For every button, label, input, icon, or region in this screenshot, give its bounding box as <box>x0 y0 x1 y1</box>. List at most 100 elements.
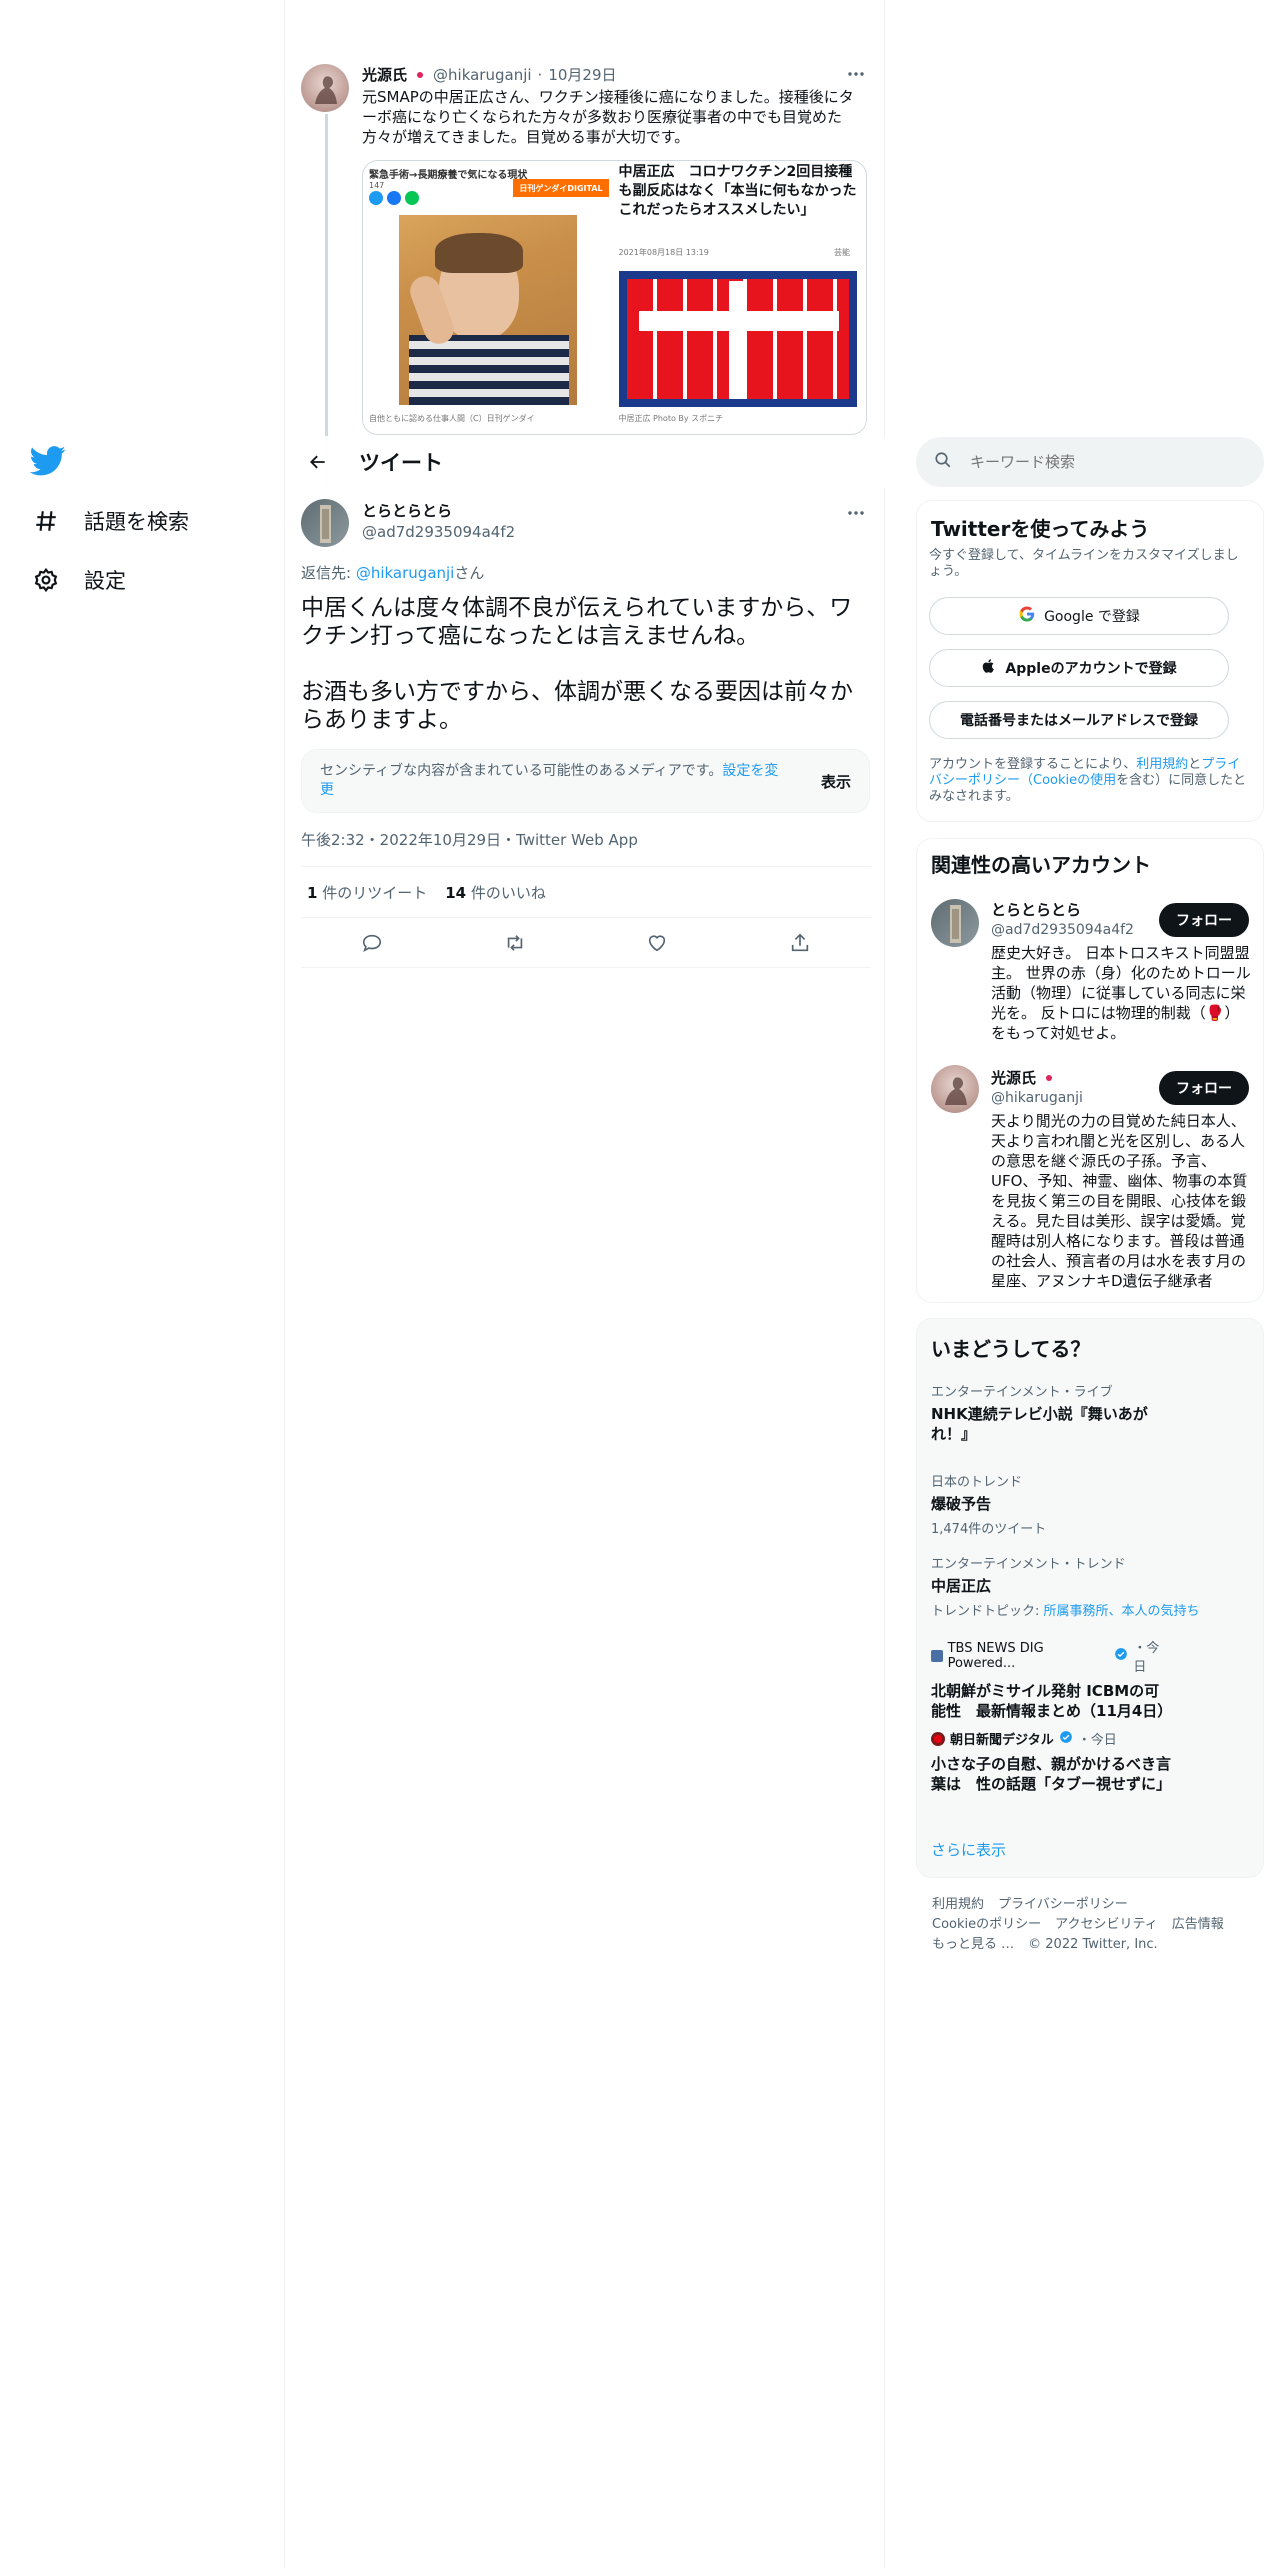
parent-tweet-media[interactable]: 緊急手術→長期療養で気になる現状 147 日刊ゲンダイDIGITAL 自他ともに… <box>362 160 867 435</box>
media-right-date: 2021年08月18日 13:19 <box>618 248 709 257</box>
trend-source-4: TBS NEWS DIG Powered... <box>947 1641 1044 1671</box>
search-input[interactable] <box>970 453 1230 471</box>
twitter-share-icon <box>369 191 383 205</box>
separator-dot: · <box>537 65 543 84</box>
footer-cookie[interactable]: Cookieのポリシー <box>932 1917 1041 1932</box>
main-tweet-paragraph-1: 中居くんは度々体調不良が伝えられていますから、ワクチン打って癌になったとは言えま… <box>301 595 853 649</box>
trend-title-3: 中居正広 <box>931 1577 992 1595</box>
parent-tweet-text: 元SMAPの中居正広さん、ワクチン接種後に癌になりました。接種後にターボ癌になり… <box>362 88 854 146</box>
media-left-caption: 自他ともに認める仕事人間（C）日刊ゲンダイ <box>369 414 535 423</box>
footer-ads[interactable]: 広告情報 <box>1172 1917 1224 1932</box>
show-media-button[interactable]: 表示 <box>821 771 851 792</box>
nav-settings[interactable]: 設定 <box>30 562 126 598</box>
trend-item-1[interactable]: エンターテインメント・ライブ NHK連続テレビ小説『舞いあがれ！』 <box>931 1381 1161 1444</box>
more-options-icon[interactable] <box>846 64 866 88</box>
footer-copyright: © 2022 Twitter, Inc. <box>1028 1937 1158 1952</box>
retweet-count[interactable]: 1 件のリツイート <box>307 882 427 903</box>
photo-man-thinking <box>399 215 577 405</box>
trends-panel: いまどうしてる？ エンターテインメント・ライブ NHK連続テレビ小説『舞いあがれ… <box>916 1318 1264 1878</box>
media-left-counts: 147 <box>369 181 385 190</box>
trend-meta-1: エンターテインメント・ライブ <box>931 1385 1113 1400</box>
related-avatar-1[interactable] <box>931 899 979 947</box>
trend-sub-2: 1,474件のツイート <box>931 1522 1047 1537</box>
related-handle-2[interactable]: @hikaruganji <box>991 1090 1083 1106</box>
footer-terms[interactable]: 利用規約 <box>932 1897 984 1912</box>
related-accounts-panel: 関連性の高いアカウント とらとらとら @ad7d2935094a4f2 フォロー… <box>916 838 1264 1303</box>
trend-source-5: 朝日新聞デジタル <box>950 1733 1054 1748</box>
parent-tweet-handle[interactable]: @hikaruganji <box>433 66 532 84</box>
parent-tweet-header: 光源氏 @hikaruganji · 10月29日 <box>362 64 617 85</box>
sensitive-media-warning: センシティブな内容が含まれている可能性のあるメディアです。設定を変更 表示 <box>301 749 870 813</box>
apple-icon <box>981 657 997 679</box>
share-icons <box>369 191 419 205</box>
follow-button-2[interactable]: フォロー <box>1159 1071 1249 1105</box>
tbs-logo-icon <box>931 1650 943 1662</box>
related-bio-1: 歴史大好き。 日本トロスキスト同盟盟主。 世界の赤（身）化のためトロール活動（物… <box>991 944 1251 1042</box>
gendai-logo: 日刊ゲンダイDIGITAL <box>513 179 609 197</box>
japan-flag-icon <box>1042 1072 1057 1083</box>
line-share-icon <box>405 191 419 205</box>
tweet-stats: 1 件のリツイート 14 件のいいね <box>301 866 871 918</box>
phone-email-signup-button[interactable]: 電話番号またはメールアドレスで登録 <box>929 701 1229 739</box>
tweet-header: ツイート <box>285 436 885 488</box>
related-name-1[interactable]: とらとらとら <box>991 899 1134 920</box>
nav-explore[interactable]: 話題を検索 <box>30 503 189 539</box>
related-account-1[interactable]: とらとらとら @ad7d2935094a4f2 <box>991 899 1134 938</box>
parent-tweet-name[interactable]: 光源氏 <box>362 64 407 85</box>
like-heart-icon[interactable] <box>639 925 675 961</box>
retweet-icon[interactable] <box>497 925 533 961</box>
related-bio-2: 天より閒光の力の目覚めた純日本人、天より言われ闇と光を区別し、ある人の意思を継ぐ… <box>991 1112 1248 1290</box>
cookie-link[interactable]: Cookieの使用 <box>1033 773 1116 788</box>
trend-item-5[interactable]: 朝日新聞デジタル ・今日 小さな子の自慰、親がかけるべき言葉は 性の話題「タブー… <box>931 1729 1171 1794</box>
share-icon[interactable] <box>782 925 818 961</box>
parent-tweet-date[interactable]: 10月29日 <box>548 64 616 85</box>
trend-sub-links-3[interactable]: 所属事務所、本人の気持ち <box>1044 1604 1200 1619</box>
main-tweet-name[interactable]: とらとらとら <box>362 500 515 521</box>
footer-accessibility[interactable]: アクセシビリティ <box>1055 1917 1158 1932</box>
back-arrow-icon[interactable] <box>301 445 335 479</box>
related-name-2[interactable]: 光源氏 <box>991 1067 1036 1088</box>
sensitive-text: センシティブな内容が含まれている可能性のあるメディアです。 <box>320 763 723 779</box>
reply-handle-link[interactable]: @hikaruganji <box>356 564 455 582</box>
trend-meta-3: エンターテインメント・トレンド <box>931 1557 1126 1572</box>
related-handle-1[interactable]: @ad7d2935094a4f2 <box>991 922 1134 938</box>
thread-line <box>325 114 328 486</box>
apple-signup-label: Appleのアカウントで登録 <box>1005 661 1177 677</box>
parent-tweet-avatar[interactable] <box>301 64 349 112</box>
footer-more[interactable]: もっと見る … <box>932 1937 1014 1952</box>
search-box[interactable] <box>916 437 1264 487</box>
main-tweet-avatar[interactable] <box>301 499 349 547</box>
main-tweet-handle[interactable]: @ad7d2935094a4f2 <box>362 523 515 541</box>
main-more-options-icon[interactable] <box>846 503 866 527</box>
trend-item-2[interactable]: 日本のトレンド 爆破予告 1,474件のツイート <box>931 1471 1231 1537</box>
search-icon <box>934 451 952 473</box>
retweet-label: 件のリツイート <box>322 883 428 902</box>
reply-icon[interactable] <box>354 925 390 961</box>
main-tweet-author[interactable]: とらとらとら @ad7d2935094a4f2 <box>362 500 515 541</box>
trend-item-3[interactable]: エンターテインメント・トレンド 中居正広 トレンドトピック: 所属事務所、本人の… <box>931 1553 1251 1619</box>
like-count[interactable]: 14 件のいいね <box>445 882 546 903</box>
twitter-bird-icon[interactable] <box>29 446 66 482</box>
related-avatar-2[interactable] <box>931 1065 979 1113</box>
media-right-caption: 中居正広 Photo By スポニチ <box>618 414 724 423</box>
retweet-number: 1 <box>307 883 318 902</box>
verified-badge-icon <box>1114 1647 1128 1665</box>
trend-item-4[interactable]: TBS NEWS DIG Powered... ・今日 北朝鮮がミサイル発射 I… <box>931 1637 1172 1721</box>
follow-button-1[interactable]: フォロー <box>1159 903 1249 937</box>
terms-link[interactable]: 利用規約 <box>1136 757 1188 772</box>
related-account-2[interactable]: 光源氏 @hikaruganji <box>991 1067 1083 1106</box>
reply-to-line: 返信先: @hikaruganjiさん <box>301 562 484 583</box>
apple-signup-button[interactable]: Appleのアカウントで登録 <box>929 649 1229 687</box>
sponichi-front-page <box>618 271 857 407</box>
footer-privacy[interactable]: プライバシーポリシー <box>998 1897 1128 1912</box>
tweet-timestamp[interactable]: 午後2:32・2022年10月29日・Twitter Web App <box>301 829 638 850</box>
signup-title: Twitterを使ってみよう <box>931 517 1150 541</box>
google-signup-button[interactable]: Google で登録 <box>929 597 1229 635</box>
media-right-tag: 芸能 <box>834 248 850 257</box>
trend-sub-prefix-3: トレンドトピック: <box>931 1604 1044 1619</box>
media-image-right[interactable]: 中居正広 コロナワクチン2回目接種も副反応はなく「本当に何もなかった これだった… <box>616 161 866 434</box>
media-image-left[interactable]: 緊急手術→長期療養で気になる現状 147 日刊ゲンダイDIGITAL 自他ともに… <box>363 161 613 434</box>
trend-title-2: 爆破予告 <box>931 1495 992 1513</box>
reply-suffix: さん <box>454 564 485 582</box>
show-more-link[interactable]: さらに表示 <box>931 1839 1006 1860</box>
